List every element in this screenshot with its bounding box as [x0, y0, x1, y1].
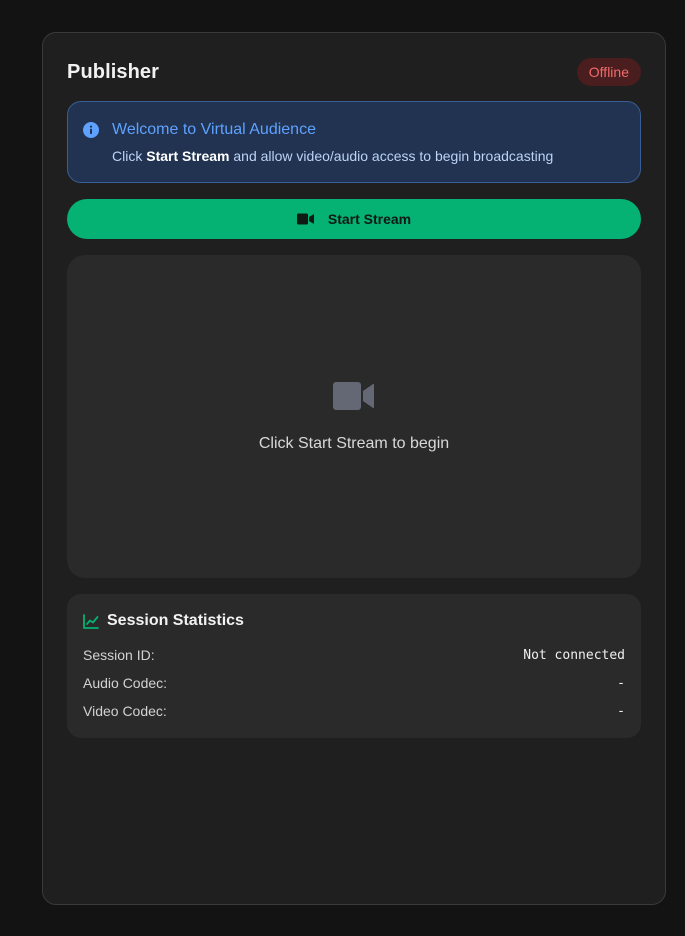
- video-placeholder-text: Click Start Stream to begin: [258, 435, 450, 452]
- page-title: Publisher: [67, 60, 160, 83]
- info-title: Welcome to Virtual Audience: [112, 121, 316, 138]
- video-camera-icon: [333, 382, 374, 410]
- status-badge: Offline: [576, 58, 641, 86]
- stat-value: Not connected: [523, 647, 625, 663]
- stat-value: -: [617, 703, 625, 719]
- chart-line-icon: [83, 613, 99, 629]
- stat-row-video-codec: Video Codec: -: [83, 702, 625, 720]
- panel-header: Publisher Offline: [67, 57, 641, 87]
- info-text-suffix: and allow video/audio access to begin br…: [229, 148, 554, 164]
- info-text-bold: Start Stream: [146, 148, 230, 164]
- video-preview: Click Start Stream to begin: [67, 255, 641, 578]
- publisher-panel: Publisher Offline Welcome to Virtual Aud…: [42, 32, 666, 905]
- welcome-info-box: Welcome to Virtual Audience Click Start …: [67, 101, 641, 183]
- session-statistics: Session Statistics Session ID: Not conne…: [67, 594, 641, 738]
- stat-label: Session ID:: [83, 647, 155, 663]
- stat-label: Audio Codec:: [83, 675, 168, 691]
- stat-row-audio-codec: Audio Codec: -: [83, 674, 625, 692]
- stats-title: Session Statistics: [107, 612, 244, 629]
- stat-label: Video Codec:: [83, 703, 167, 719]
- info-icon: [83, 122, 99, 138]
- stat-row-session-id: Session ID: Not connected: [83, 646, 625, 664]
- start-stream-button[interactable]: Start Stream: [67, 199, 641, 239]
- info-text: Click Start Stream and allow video/audio…: [112, 148, 553, 164]
- info-text-prefix: Click: [112, 148, 147, 164]
- stat-value: -: [617, 675, 625, 691]
- video-camera-icon: [296, 213, 314, 225]
- stats-header: Session Statistics: [83, 612, 244, 630]
- start-stream-label: Start Stream: [327, 211, 412, 227]
